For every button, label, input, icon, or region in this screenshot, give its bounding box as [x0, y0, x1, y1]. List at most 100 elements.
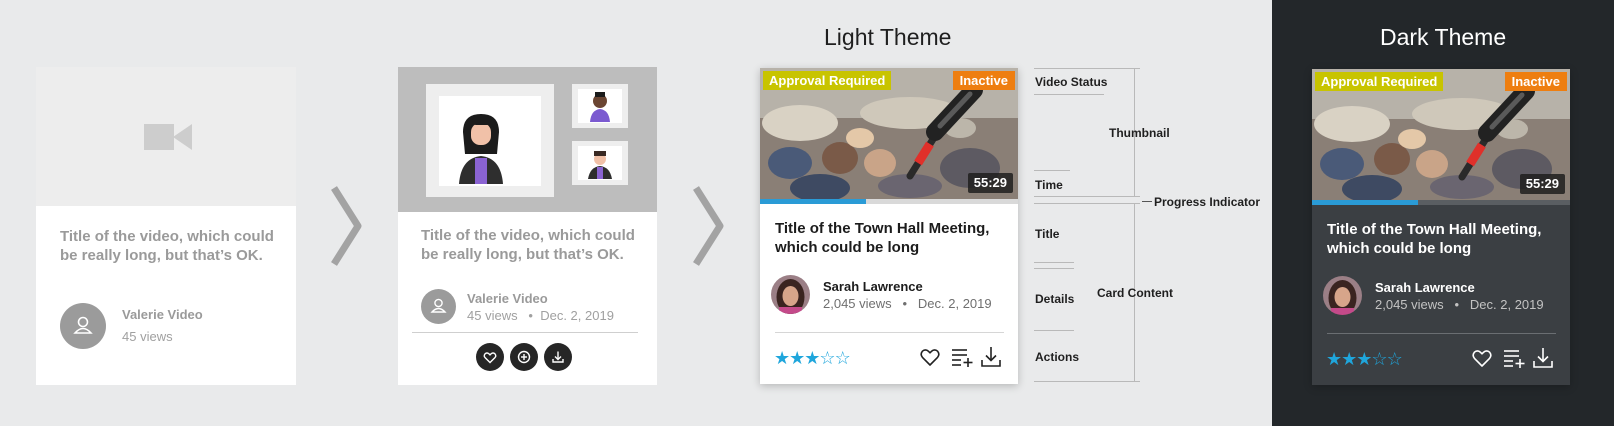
- guide-line: [1034, 94, 1104, 95]
- label-card-content: Card Content: [1097, 286, 1173, 300]
- upload-date: Dec. 2, 2019: [1469, 297, 1544, 312]
- add-to-playlist-button[interactable]: [510, 343, 538, 371]
- user-icon: [430, 298, 447, 313]
- label-title: Title: [1035, 227, 1060, 241]
- playlist-add-icon[interactable]: [1503, 347, 1525, 369]
- views-count: 45 views: [467, 308, 518, 323]
- avatar: [421, 289, 456, 324]
- divider: [775, 332, 1004, 333]
- meta-separator: •: [895, 296, 915, 311]
- views-count: 2,045 views: [823, 296, 892, 311]
- guide-line: [1034, 262, 1074, 263]
- heart-icon: [483, 352, 497, 364]
- video-thumbnail[interactable]: Approval Required Inactive 55:29: [1312, 69, 1570, 200]
- video-meta: 2,045 views • Dec. 2, 2019: [823, 296, 992, 311]
- heart-icon[interactable]: [919, 346, 941, 368]
- approval-required-badge: Approval Required: [1315, 72, 1444, 91]
- label-time: Time: [1035, 178, 1063, 192]
- star-empty-icon[interactable]: ☆: [1371, 349, 1387, 369]
- progress-indicator: [1312, 200, 1570, 205]
- author-avatar[interactable]: [1323, 276, 1362, 315]
- wireframe-card-basic: Title of the video, which could be reall…: [36, 67, 296, 385]
- person-illustration: [588, 151, 612, 179]
- participant-tile-2: [572, 141, 628, 185]
- star-filled-icon[interactable]: ★: [1341, 349, 1357, 369]
- wireframe-author: Valerie Video: [467, 291, 548, 306]
- guide-line: [1034, 196, 1140, 197]
- progress-fill: [760, 199, 866, 204]
- wireframe-views: 45 views: [122, 329, 173, 344]
- star-empty-icon[interactable]: ☆: [819, 348, 835, 368]
- chevron-right-icon: [693, 186, 724, 266]
- wireframe-video-title: Title of the video, which could be reall…: [421, 227, 635, 263]
- label-details: Details: [1035, 292, 1075, 306]
- guide-line: [1034, 268, 1074, 269]
- guide-line: [1034, 170, 1070, 171]
- participant-tile-main: [426, 84, 554, 197]
- author-photo: [1323, 276, 1362, 315]
- participant-tile-1: [572, 84, 628, 128]
- video-camera-icon: [144, 124, 192, 150]
- video-card-dark[interactable]: Approval Required Inactive 55:29 Title o…: [1312, 69, 1570, 385]
- video-title[interactable]: Title of the Town Hall Meeting, which co…: [1327, 220, 1557, 258]
- author-photo: [771, 275, 810, 314]
- wireframe-card-detailed: Title of the video, which could be reall…: [398, 67, 657, 385]
- progress-pointer: [1142, 201, 1152, 202]
- plus-circle-icon: [517, 350, 531, 364]
- star-filled-icon[interactable]: ★: [804, 348, 820, 368]
- wireframe-author: Valerie Video: [122, 307, 203, 322]
- approval-required-badge: Approval Required: [763, 71, 892, 90]
- progress-indicator: [760, 199, 1018, 204]
- duration-badge: 55:29: [967, 173, 1013, 193]
- progress-fill: [1312, 200, 1418, 205]
- author-name[interactable]: Sarah Lawrence: [823, 279, 923, 294]
- divider: [1327, 333, 1556, 334]
- inactive-badge: Inactive: [952, 71, 1015, 90]
- guide-line: [1034, 203, 1140, 204]
- label-thumbnail: Thumbnail: [1109, 126, 1170, 140]
- playlist-add-icon[interactable]: [951, 346, 973, 368]
- star-filled-icon[interactable]: ★: [789, 348, 805, 368]
- video-thumbnail[interactable]: Approval Required Inactive 55:29: [760, 68, 1018, 199]
- wireframe-meta: 45 views • Dec. 2, 2019: [467, 308, 614, 323]
- video-meta: 2,045 views • Dec. 2, 2019: [1375, 297, 1544, 312]
- label-actions: Actions: [1035, 350, 1080, 364]
- meta-separator: •: [521, 308, 537, 323]
- guide-line: [1034, 68, 1140, 69]
- author-name[interactable]: Sarah Lawrence: [1375, 280, 1475, 295]
- avatar: [60, 303, 106, 349]
- video-title[interactable]: Title of the Town Hall Meeting, which co…: [775, 219, 1005, 257]
- heart-icon[interactable]: [1471, 347, 1493, 369]
- views-count: 2,045 views: [1375, 297, 1444, 312]
- download-icon[interactable]: [1532, 347, 1554, 369]
- person-illustration: [590, 92, 610, 122]
- guide-line: [1034, 330, 1074, 331]
- star-rating[interactable]: ★★★☆☆: [1326, 349, 1403, 370]
- dark-theme-heading: Dark Theme: [1380, 24, 1507, 50]
- like-button[interactable]: [476, 343, 504, 371]
- star-filled-icon[interactable]: ★: [1326, 349, 1342, 369]
- wireframe-video-title: Title of the video, which could be reall…: [60, 228, 274, 264]
- guide-line: [1034, 381, 1140, 382]
- chevron-right-icon: [331, 186, 362, 266]
- download-button[interactable]: [544, 343, 572, 371]
- wireframe-thumbnail: [36, 67, 296, 206]
- star-rating[interactable]: ★★★☆☆: [774, 348, 851, 369]
- inactive-badge: Inactive: [1504, 72, 1567, 91]
- star-filled-icon[interactable]: ★: [774, 348, 790, 368]
- star-empty-icon[interactable]: ☆: [1387, 349, 1403, 369]
- upload-date: Dec. 2, 2019: [917, 296, 992, 311]
- upload-date: Dec. 2, 2019: [540, 308, 614, 323]
- label-video-status: Video Status: [1035, 75, 1108, 89]
- divider: [412, 332, 638, 333]
- download-icon: [552, 351, 564, 363]
- star-empty-icon[interactable]: ☆: [835, 348, 851, 368]
- download-icon[interactable]: [980, 346, 1002, 368]
- person-illustration: [459, 114, 503, 184]
- label-progress-indicator: Progress Indicator: [1154, 195, 1261, 209]
- user-icon: [73, 316, 93, 334]
- video-card-light[interactable]: Approval Required Inactive 55:29 Title o…: [760, 68, 1018, 384]
- duration-badge: 55:29: [1519, 174, 1565, 194]
- author-avatar[interactable]: [771, 275, 810, 314]
- star-filled-icon[interactable]: ★: [1356, 349, 1372, 369]
